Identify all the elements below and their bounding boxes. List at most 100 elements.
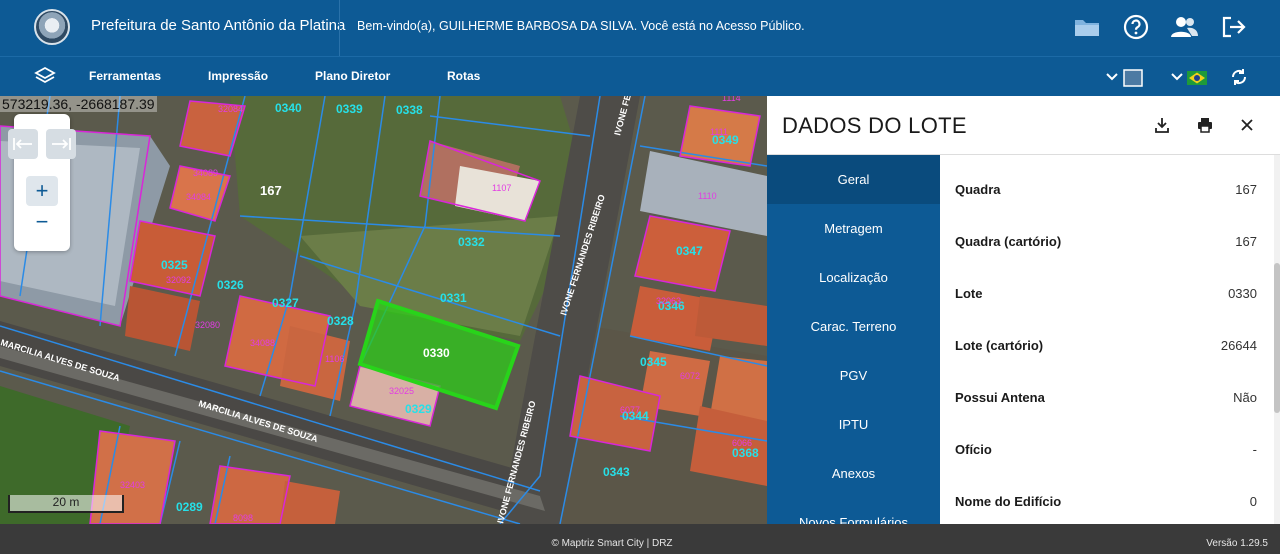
field-label: Quadra: [955, 182, 1001, 197]
language-selector[interactable]: [1171, 69, 1209, 92]
lot-label: 0325: [161, 258, 188, 272]
lot-label: 0339: [336, 102, 363, 116]
field-label: Quadra (cartório): [955, 234, 1062, 249]
panel-title: DADOS DO LOTE: [782, 113, 967, 138]
welcome-message: Bem-vindo(a), GUILHERME BARBOSA DA SILVA…: [357, 19, 805, 33]
lot-label: 0327: [272, 296, 299, 310]
field-label: Lote: [955, 286, 983, 301]
layers-icon[interactable]: [34, 66, 56, 91]
lot-label: 0343: [603, 465, 630, 479]
menu-plano-diretor[interactable]: Plano Diretor: [315, 69, 390, 83]
map-canvas[interactable]: 0340 0339 0338 0332 0331 0330 0329 0328 …: [0, 96, 767, 524]
field-row: Lote (cartório) 26644: [940, 311, 1270, 363]
folder-icon[interactable]: [1072, 12, 1102, 42]
field-row: Possui Antena Não: [940, 363, 1270, 415]
building-label: 34084: [186, 192, 211, 202]
building-label: 1111: [710, 127, 728, 137]
lot-label: 0340: [275, 101, 302, 115]
field-value: 167: [1235, 234, 1257, 249]
lot-label: 0332: [458, 235, 485, 249]
menu-rotas[interactable]: Rotas: [447, 69, 480, 83]
menu-impressao[interactable]: Impressão: [208, 69, 268, 83]
panel-header: DADOS DO LOTE: [767, 96, 1280, 155]
lot-label: 0345: [640, 355, 667, 369]
map-controls: + −: [8, 114, 76, 251]
field-row: Nome do Edifício 0: [940, 467, 1270, 519]
header-divider: [339, 0, 340, 56]
zoom-out-button[interactable]: −: [26, 207, 58, 237]
lot-label: 0328: [327, 314, 354, 328]
block-label: 167: [260, 183, 282, 198]
footer: © Maptriz Smart City | DRZ Versão 1.29.5: [0, 524, 1280, 554]
building-label: 8098: [233, 513, 253, 523]
lot-label: 0368: [732, 446, 759, 460]
top-header: Prefeitura de Santo Antônio da Platina B…: [0, 0, 1280, 56]
building-label: 6066: [732, 438, 752, 448]
building-label: 6072: [680, 371, 700, 381]
print-icon[interactable]: [1194, 114, 1216, 136]
tab-localizacao[interactable]: Localização: [767, 253, 940, 302]
tab-carac-terreno[interactable]: Carac. Terreno: [767, 302, 940, 351]
zoom-in-button[interactable]: +: [26, 176, 58, 206]
scrollbar-thumb[interactable]: [1274, 263, 1280, 413]
footer-credit: © Maptriz Smart City | DRZ: [551, 538, 673, 549]
users-icon[interactable]: [1169, 12, 1199, 42]
lot-fields: Quadra 167 Quadra (cartório) 167 Lote 03…: [940, 155, 1280, 524]
field-value: 0330: [1228, 286, 1257, 301]
building-label: 34089: [193, 168, 218, 178]
field-value: 167: [1235, 182, 1257, 197]
lot-data-panel: DADOS DO LOTE Geral Metragem Localização…: [767, 96, 1280, 530]
tab-anexos[interactable]: Anexos: [767, 449, 940, 498]
basemap-selector[interactable]: [1106, 69, 1144, 92]
building-label: 6077: [620, 405, 640, 415]
close-icon[interactable]: [1236, 114, 1258, 136]
field-row: Ofício -: [940, 415, 1270, 467]
building-label: 1107: [492, 183, 511, 193]
field-row: Quadra 167: [940, 155, 1270, 207]
menu-ferramentas[interactable]: Ferramentas: [89, 69, 161, 83]
panel-scrollbar[interactable]: [1274, 155, 1280, 524]
collapse-left-icon[interactable]: [8, 129, 38, 159]
lot-label: 0326: [217, 278, 244, 292]
field-row: Lote 0330: [940, 259, 1270, 311]
field-value: -: [1252, 442, 1257, 457]
tab-pgv[interactable]: PGV: [767, 351, 940, 400]
lot-label: 0289: [176, 500, 203, 514]
field-label: Nome do Edifício: [955, 494, 1062, 509]
tab-metragem[interactable]: Metragem: [767, 204, 940, 253]
map-view[interactable]: 0340 0339 0338 0332 0331 0330 0329 0328 …: [0, 96, 767, 524]
app-title: Prefeitura de Santo Antônio da Platina: [91, 17, 346, 34]
municipality-logo: [34, 9, 70, 45]
refresh-icon[interactable]: [1229, 67, 1249, 92]
lot-label: 0331: [440, 291, 467, 305]
app-version: Versão 1.29.5: [1206, 538, 1268, 549]
building-label: 32063: [656, 296, 681, 306]
help-icon[interactable]: [1121, 12, 1151, 42]
building-label: 32092: [166, 275, 191, 285]
building-label: 32025: [389, 386, 414, 396]
download-icon[interactable]: [1151, 114, 1173, 136]
building-label: 32403: [120, 480, 145, 490]
logout-icon[interactable]: [1219, 12, 1249, 42]
scale-bar: 20 m: [8, 495, 124, 513]
field-value: 0: [1249, 494, 1257, 509]
expand-right-icon[interactable]: [46, 129, 76, 159]
lot-label: 0338: [396, 103, 423, 117]
field-value: 26644: [1220, 338, 1257, 353]
building-label: 1110: [698, 191, 717, 201]
field-label: Ofício: [955, 442, 992, 457]
lot-label: 0329: [405, 402, 432, 416]
tab-iptu[interactable]: IPTU: [767, 400, 940, 449]
field-label: Lote (cartório): [955, 338, 1044, 353]
building-label: 32084: [218, 104, 243, 114]
field-row: Quadra (cartório) 167: [940, 207, 1270, 259]
toolbar: Ferramentas Impressão Plano Diretor Rota…: [0, 56, 1280, 96]
building-label: 1106: [325, 354, 344, 364]
building-label: 34088: [250, 338, 275, 348]
tab-geral[interactable]: Geral: [767, 155, 940, 204]
building-label: 1114: [722, 96, 741, 103]
panel-tabs: Geral Metragem Localização Carac. Terren…: [767, 155, 940, 530]
lot-label: 0330: [423, 346, 450, 360]
field-value: Não: [1233, 390, 1257, 405]
cursor-coordinates: 573219.36, -2668187.39: [0, 96, 157, 112]
